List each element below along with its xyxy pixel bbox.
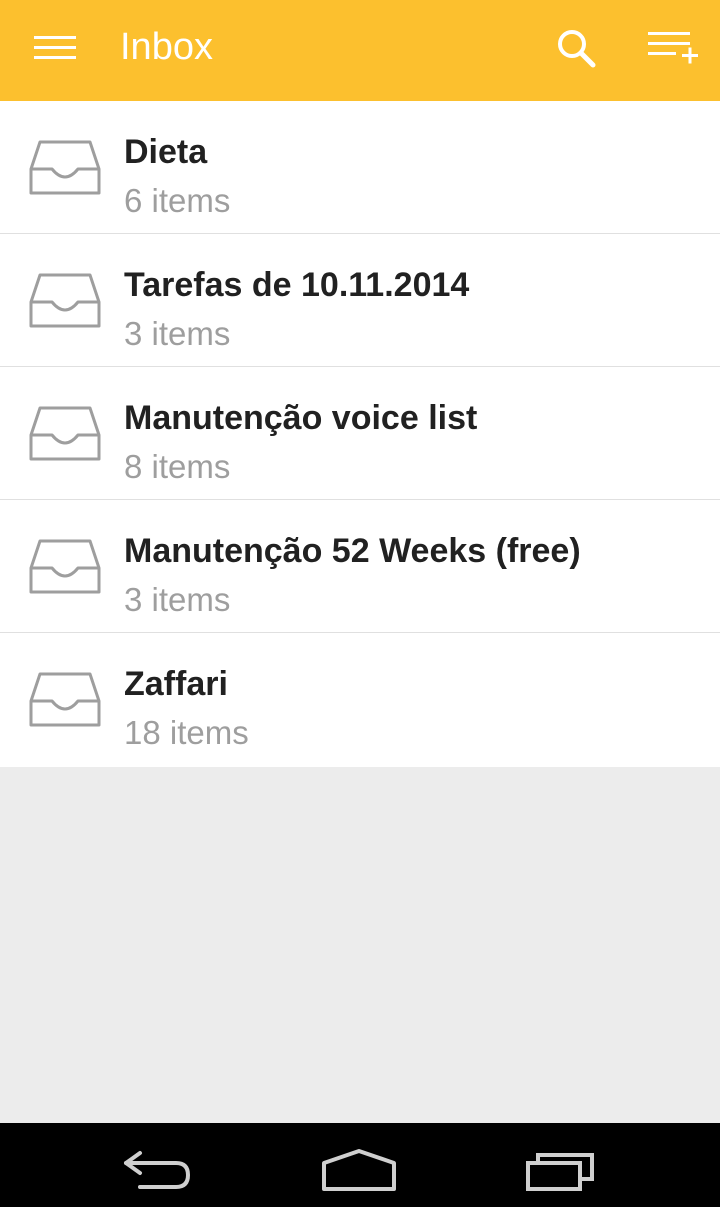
list-item-count: 3 items	[124, 315, 231, 352]
list-title: Manutenção voice list	[124, 399, 478, 437]
inbox-tray-icon	[29, 140, 101, 195]
page-title: Inbox	[120, 26, 213, 68]
list-item[interactable]: Manutenção 52 Weeks (free) 3 items	[0, 500, 720, 633]
list-item[interactable]: Dieta 6 items	[0, 101, 720, 234]
list-item-count: 3 items	[124, 581, 231, 618]
recents-button[interactable]	[522, 1145, 602, 1195]
list-item[interactable]: Zaffari 18 items	[0, 633, 720, 767]
list-title: Manutenção 52 Weeks (free)	[124, 532, 581, 570]
app-bar: Inbox	[0, 0, 720, 101]
list-title: Dieta	[124, 133, 208, 171]
search-icon	[558, 30, 596, 68]
inbox-tray-icon	[29, 273, 101, 328]
menu-icon	[34, 36, 76, 59]
menu-button[interactable]	[30, 28, 80, 68]
back-button[interactable]	[118, 1145, 200, 1195]
list-item-count: 8 items	[124, 448, 231, 485]
inbox-tray-icon	[29, 539, 101, 594]
back-icon	[124, 1151, 191, 1189]
add-list-icon	[648, 32, 698, 64]
list-item-count: 6 items	[124, 182, 231, 219]
recents-icon	[526, 1153, 594, 1191]
search-button[interactable]	[552, 24, 600, 72]
list-item-count: 18 items	[124, 714, 249, 751]
home-button[interactable]	[318, 1145, 400, 1195]
list-title: Tarefas de 10.11.2014	[124, 266, 470, 304]
inbox-list: Dieta 6 items Tarefas de 10.11.2014 3 it…	[0, 101, 720, 767]
inbox-tray-icon	[29, 406, 101, 461]
list-title: Zaffari	[124, 665, 228, 703]
list-item[interactable]: Tarefas de 10.11.2014 3 items	[0, 234, 720, 367]
inbox-tray-icon	[29, 672, 101, 727]
home-icon	[322, 1149, 396, 1191]
list-item[interactable]: Manutenção voice list 8 items	[0, 367, 720, 500]
system-nav-bar	[0, 1123, 720, 1207]
add-list-button[interactable]	[644, 24, 700, 72]
